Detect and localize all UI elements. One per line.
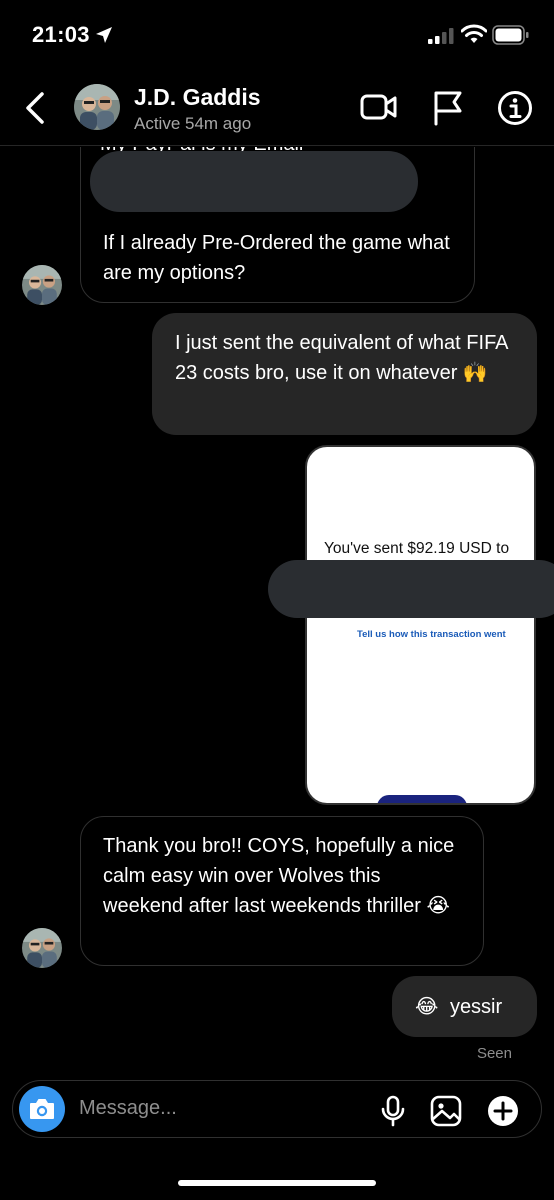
active-status: Active 54m ago: [134, 114, 252, 133]
home-indicator[interactable]: [178, 1180, 376, 1186]
location-arrow-icon: [96, 27, 112, 43]
wifi-icon: [461, 24, 487, 43]
outgoing-message[interactable]: 😂 yessir: [392, 976, 537, 1037]
message-input[interactable]: [79, 1097, 369, 1120]
battery-icon: [492, 25, 529, 45]
screenshot-button: [377, 795, 467, 803]
avatar-photo-icon: [22, 928, 62, 968]
camera-button[interactable]: [19, 1086, 65, 1132]
outgoing-message[interactable]: I just sent the equivalent of what FIFA …: [152, 313, 537, 435]
info-icon[interactable]: [497, 90, 533, 126]
message-composer: [12, 1080, 542, 1138]
redacted-recipient: [268, 560, 554, 618]
contact-avatar[interactable]: [74, 84, 120, 130]
sender-avatar[interactable]: [22, 928, 62, 968]
contact-name[interactable]: J.D. Gaddis: [134, 84, 261, 111]
gallery-image-icon[interactable]: [430, 1095, 462, 1127]
microphone-icon[interactable]: [380, 1095, 406, 1127]
avatar-photo-icon: [22, 265, 62, 305]
back-chevron-icon[interactable]: [18, 88, 52, 128]
payment-sent-text: You've sent $92.19 USD to: [324, 540, 510, 557]
status-bar: 21:03: [0, 0, 554, 70]
shared-screenshot[interactable]: You've sent $92.19 USD to Tell us how th…: [305, 445, 536, 805]
video-call-icon[interactable]: [360, 90, 398, 124]
report-flag-icon[interactable]: [432, 90, 464, 126]
message-text: yessir: [449, 996, 503, 1018]
transaction-feedback-link: Tell us how this transaction went: [357, 629, 506, 640]
message-text: Thank you bro!! COYS, hopefully a nice c…: [103, 835, 455, 917]
chat-header: J.D. Gaddis Active 54m ago: [0, 70, 554, 146]
cellular-signal-icon: [428, 28, 454, 44]
add-plus-icon[interactable]: [487, 1095, 519, 1127]
message-text: If I already Pre-Ordered the game what a…: [103, 232, 450, 284]
status-time: 21:03: [32, 22, 90, 47]
seen-receipt: Seen: [476, 1045, 512, 1062]
laughing-emoji: 😂: [415, 994, 439, 1018]
redacted-email: [90, 151, 418, 212]
camera-icon: [30, 1099, 54, 1119]
message-text: I just sent the equivalent of what FIFA …: [175, 332, 508, 384]
avatar-photo-icon: [74, 84, 120, 130]
message-thread[interactable]: My PayPal is my Email If I already Pre-O…: [0, 147, 554, 1077]
incoming-message[interactable]: Thank you bro!! COYS, hopefully a nice c…: [80, 816, 484, 966]
sender-avatar[interactable]: [22, 265, 62, 305]
